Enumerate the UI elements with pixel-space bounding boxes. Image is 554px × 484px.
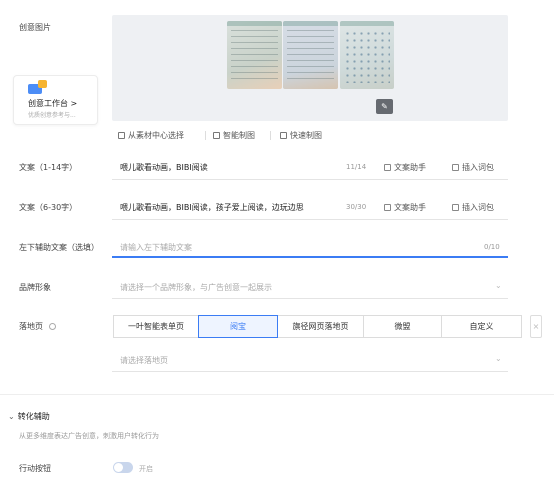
- text-icon: [384, 204, 391, 211]
- landing-page-placeholder: 请选择落地页: [120, 356, 168, 365]
- brand-select[interactable]: 请选择一个品牌形象，与广告创意一起展示 ⌄: [112, 275, 508, 299]
- workbench-card-title: 创意工作台 >: [28, 99, 78, 108]
- action-label: 从素材中心选择: [128, 131, 184, 140]
- divider: [205, 131, 206, 140]
- creative-image-thumb-1[interactable]: [227, 21, 282, 89]
- creative-workbench-card[interactable]: 创意工作台 > 优质创意参考与...: [13, 75, 98, 125]
- copy-assistant-button[interactable]: 文案助手: [384, 162, 426, 173]
- creative-image-thumb-3[interactable]: [340, 21, 394, 89]
- chevron-down-icon: ⌄: [495, 354, 502, 363]
- aux-copy-placeholder: 请输入左下辅助文案: [120, 243, 192, 252]
- copy-short-input[interactable]: 喂儿歌看动画，BIBI阅读 11/14 文案助手 插入词包: [112, 155, 508, 180]
- smart-image-button[interactable]: 智能制图: [213, 130, 255, 141]
- action-button-label: 行动按钮: [19, 464, 51, 473]
- action-button-toggle-text: 开启: [139, 465, 153, 473]
- aux-copy-counter: 0/10: [484, 243, 500, 251]
- checkbox-icon: [452, 204, 459, 211]
- copy-short-value: 喂儿歌看动画，BIBI阅读: [120, 163, 208, 172]
- chevron-down-icon: ⌄: [495, 281, 502, 290]
- action-label: 快速制图: [290, 131, 322, 140]
- conversion-section-toggle[interactable]: ⌄ 转化辅助: [8, 411, 50, 422]
- assist-label: 文案助手: [394, 163, 426, 172]
- landing-option-1[interactable]: 阅宝: [198, 315, 278, 338]
- landing-label: 落地页: [19, 321, 56, 332]
- landing-page-select[interactable]: 请选择落地页 ⌄: [112, 348, 508, 372]
- landing-option-3[interactable]: 微盟: [363, 315, 442, 338]
- workbench-badge-icon: [38, 80, 47, 88]
- action-label: 智能制图: [223, 131, 255, 140]
- copy-short-counter: 11/14: [346, 163, 367, 171]
- image-icon: [213, 132, 220, 139]
- document-icon: [280, 132, 287, 139]
- workbench-card-subtitle: 优质创意参考与...: [28, 112, 76, 119]
- choose-from-material-center-button[interactable]: 从素材中心选择: [118, 130, 184, 141]
- copy-long-label: 文案（6-30字）: [19, 203, 78, 212]
- aux-copy-input[interactable]: 请输入左下辅助文案 0/10: [112, 236, 508, 258]
- conversion-desc: 从更多维度表达广告创意，刺激用户转化行为: [19, 432, 159, 440]
- close-icon[interactable]: ×: [530, 315, 542, 338]
- landing-option-4[interactable]: 自定义: [441, 315, 522, 338]
- section-divider: [0, 394, 554, 395]
- copy-long-counter: 30/30: [346, 203, 367, 211]
- brand-placeholder: 请选择一个品牌形象，与广告创意一起展示: [120, 283, 272, 292]
- copy-long-value: 喂儿歌看动画，BIBI阅读，孩子爱上阅读，边玩边思: [120, 203, 304, 212]
- help-icon[interactable]: [48, 323, 56, 330]
- aux-copy-label: 左下辅助文案（选填）: [19, 243, 99, 252]
- creative-image-panel: [112, 15, 508, 121]
- insert-label: 插入词包: [462, 203, 494, 212]
- brand-label: 品牌形象: [19, 283, 51, 292]
- folder-icon: [118, 132, 125, 139]
- copy-short-label: 文案（1-14字）: [19, 163, 78, 172]
- divider: [270, 131, 271, 140]
- insert-word-pack-button[interactable]: 插入词包: [452, 202, 494, 213]
- insert-label: 插入词包: [462, 163, 494, 172]
- chevron-down-icon: ⌄: [8, 412, 15, 421]
- insert-word-pack-button[interactable]: 插入词包: [452, 162, 494, 173]
- checkbox-icon: [452, 164, 459, 171]
- assist-label: 文案助手: [394, 203, 426, 212]
- edit-image-icon[interactable]: ✎: [376, 99, 393, 114]
- landing-option-0[interactable]: 一叶智能表单页: [113, 315, 199, 338]
- text-icon: [384, 164, 391, 171]
- copy-long-input[interactable]: 喂儿歌看动画，BIBI阅读，孩子爱上阅读，边玩边思 30/30 文案助手 插入词…: [112, 195, 508, 220]
- toggle-knob: [114, 463, 123, 472]
- copy-assistant-button[interactable]: 文案助手: [384, 202, 426, 213]
- landing-label-text: 落地页: [19, 322, 43, 331]
- creative-image-thumb-2[interactable]: [283, 21, 338, 89]
- creative-image-label: 创意图片: [19, 23, 51, 32]
- conversion-title: 转化辅助: [17, 412, 50, 421]
- landing-option-2[interactable]: 旗径网页落地页: [277, 315, 364, 338]
- quick-image-button[interactable]: 快速制图: [280, 130, 322, 141]
